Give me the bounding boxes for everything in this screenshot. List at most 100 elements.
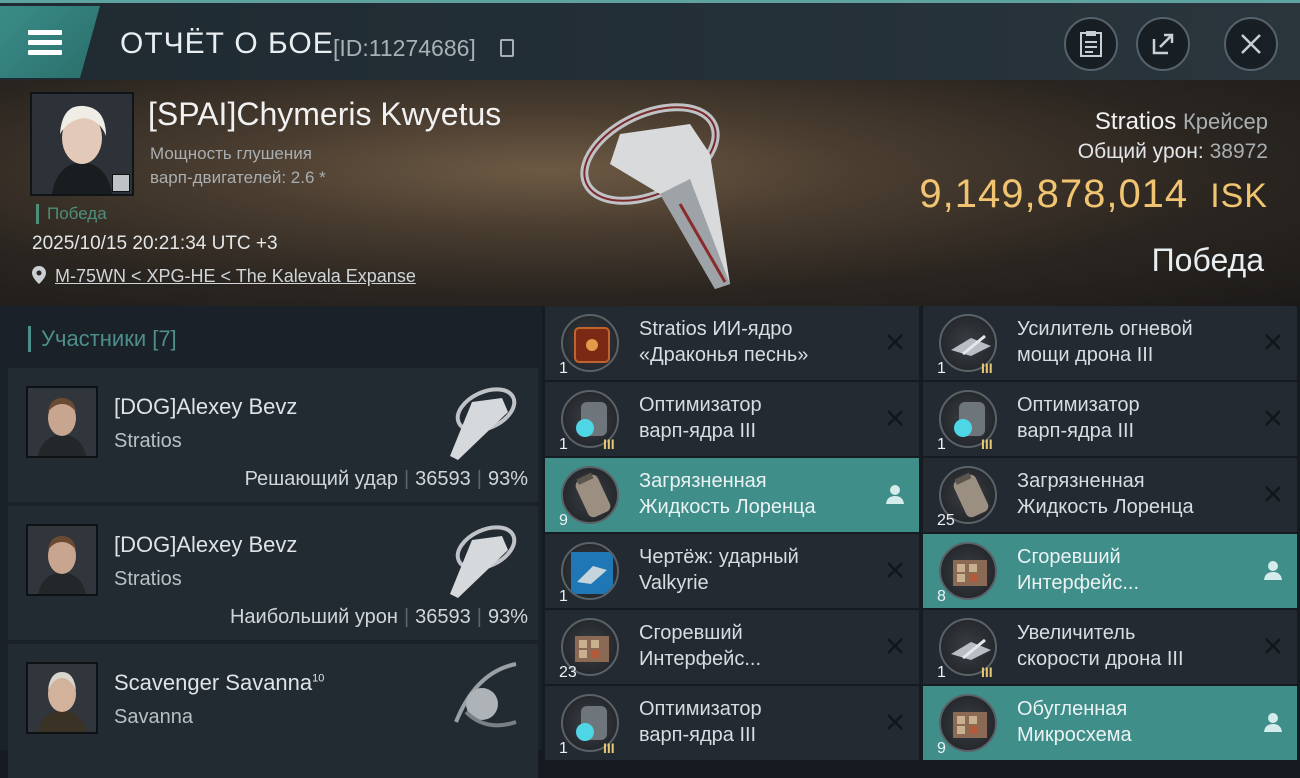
item-name-line1: Оптимизатор	[639, 394, 762, 416]
participant-row[interactable]: [DOG]Alexey Bevz Stratios Решающий удар |…	[8, 368, 538, 502]
canister-icon	[561, 466, 619, 524]
item-meta-level: III	[981, 664, 993, 680]
participant-portrait	[26, 386, 98, 458]
item-tile[interactable]: 8 Сгоревший Интерфейс...	[923, 534, 1297, 608]
item-tile[interactable]: 23 Сгоревший Интерфейс...	[545, 610, 919, 684]
participant-row[interactable]: [DOG]Alexey Bevz Stratios Наибольший уро…	[8, 506, 538, 640]
participant-stats: Наибольший урон | 36593 | 93%	[229, 606, 528, 628]
dropped-person-icon	[1261, 710, 1285, 734]
item-tile[interactable]: 1 III Оптимизатор варп-ядра III	[923, 382, 1297, 456]
victim-portrait[interactable]	[30, 92, 134, 196]
menu-button[interactable]	[0, 6, 100, 78]
item-name-line2: Valkyrie	[639, 572, 709, 594]
participant-role: Наибольший урон	[229, 606, 398, 628]
participant-name: [DOG]Alexey Bevz	[114, 394, 298, 419]
participant-name: [DOG]Alexey Bevz	[114, 532, 298, 557]
item-name-line1: Stratios ИИ-ядро	[639, 318, 793, 340]
circuit-icon	[939, 694, 997, 752]
victim-summary: [SPAI]Chymeris Kwyetus Мощность глушения…	[0, 80, 1300, 306]
participant-percent: 93%	[487, 606, 528, 628]
participant-ship-image	[450, 525, 517, 598]
item-name: Увеличитель скорости дрона III	[1017, 620, 1257, 672]
item-tile[interactable]: 1 Чертёж: ударный Valkyrie	[545, 534, 919, 608]
dropped-items-grid: 1 Stratios ИИ-ядро «Драконья песнь» 1 III Уси…	[545, 306, 1300, 760]
destroyed-x-icon	[883, 710, 907, 734]
total-damage-label: Общий урон:	[1077, 140, 1204, 163]
clipboard-icon	[1080, 31, 1102, 57]
item-tile[interactable]: 1 Stratios ИИ-ядро «Драконья песнь»	[545, 306, 919, 380]
item-name-line2: Микросхема	[1017, 724, 1132, 746]
participant-ship-image	[450, 387, 517, 460]
location-pin-icon	[32, 266, 46, 284]
item-name-line1: Оптимизатор	[1017, 394, 1140, 416]
participant-name-text: Scavenger Savanna	[114, 670, 313, 695]
item-tile[interactable]: 9 Обугленная Микросхема	[923, 686, 1297, 760]
item-name: Оптимизатор варп-ядра III	[1017, 392, 1257, 444]
item-tile[interactable]: 1 III Оптимизатор варп-ядра III	[545, 686, 919, 760]
item-tile[interactable]: 1 III Оптимизатор варп-ядра III	[545, 382, 919, 456]
item-name-line2: варп-ядра III	[639, 420, 757, 442]
total-damage-value: 38972	[1209, 140, 1268, 163]
destroyed-x-icon	[883, 634, 907, 658]
participant-row[interactable]: Scavenger Savanna10 Savanna	[8, 644, 538, 778]
participant-stats: Решающий удар | 36593 | 93%	[244, 468, 528, 490]
item-name-line1: Сгоревший	[1017, 546, 1121, 568]
participant-percent: 93%	[487, 468, 528, 490]
circuit-icon	[939, 542, 997, 600]
item-name-line1: Оптимизатор	[639, 698, 762, 720]
item-name: Stratios ИИ-ядро «Драконья песнь»	[639, 316, 879, 368]
victim-ship-class: Крейсер	[1182, 109, 1268, 134]
participant-damage: 36593	[415, 468, 471, 490]
item-tile[interactable]: 25 Загрязненная Жидкость Лоренца	[923, 458, 1297, 532]
item-tile[interactable]: 9 Загрязненная Жидкость Лоренца	[545, 458, 919, 532]
location-link[interactable]: M-75WN < XPG-HE < The Kalevala Expanse	[55, 266, 416, 287]
participant-ship-image	[454, 662, 517, 728]
share-button[interactable]	[1136, 17, 1190, 71]
item-quantity: 1	[559, 740, 568, 757]
copy-icon[interactable]	[500, 39, 514, 57]
item-name-line2: варп-ядра III	[639, 724, 757, 746]
item-name-line2: Интерфейс...	[1017, 572, 1140, 594]
participant-portrait	[26, 662, 98, 734]
destroyed-x-icon	[883, 558, 907, 582]
item-meta-level: III	[981, 360, 993, 376]
item-name-line2: Жидкость Лоренца	[639, 496, 816, 518]
item-quantity: 23	[559, 664, 577, 681]
item-name-line2: скорости дрона III	[1017, 648, 1184, 670]
item-name-line2: варп-ядра III	[1017, 420, 1135, 442]
participants-panel: Участники [7] [DOG]Alexey Bevz Stratios …	[0, 306, 542, 778]
close-button[interactable]	[1224, 17, 1278, 71]
destroyed-x-icon	[1261, 406, 1285, 430]
item-name-line1: Загрязненная	[639, 470, 767, 492]
item-name-line2: Интерфейс...	[639, 648, 762, 670]
participant-ship: Stratios	[114, 568, 182, 590]
hamburger-icon	[28, 30, 62, 56]
item-quantity: 8	[937, 588, 946, 605]
item-tile[interactable]: 1 III Усилитель огневой мощи дрона III	[923, 306, 1297, 380]
clipboard-button[interactable]	[1064, 17, 1118, 71]
dropped-person-icon	[1261, 558, 1285, 582]
participant-ship: Stratios	[114, 430, 182, 452]
item-name-line1: Сгоревший	[639, 622, 743, 644]
item-meta-level: III	[603, 740, 615, 756]
info-badge-icon	[112, 174, 130, 192]
item-name-line1: Обугленная	[1017, 698, 1128, 720]
kill-datetime: 2025/10/15 20:21:34 UTC +3	[32, 233, 278, 254]
item-meta-level: III	[981, 436, 993, 452]
item-quantity: 1	[937, 360, 946, 377]
destroyed-x-icon	[883, 330, 907, 354]
item-name-line2: мощи дрона III	[1017, 344, 1154, 366]
item-name: Оптимизатор варп-ядра III	[639, 392, 879, 444]
ai-core-icon	[561, 314, 619, 372]
share-icon	[1152, 33, 1174, 55]
isk-value: 9,149,878,014 ISK	[919, 172, 1268, 217]
item-tile[interactable]: 1 III Увеличитель скорости дрона III	[923, 610, 1297, 684]
top-bar: ОТЧЁТ О БОЕ [ID:11274686]	[0, 0, 1300, 80]
destroyed-x-icon	[883, 406, 907, 430]
item-name: Сгоревший Интерфейс...	[639, 620, 879, 672]
item-meta-level: III	[603, 436, 615, 452]
status-badge: Победа	[36, 204, 107, 224]
participant-name-sup: 10	[312, 672, 325, 685]
item-name: Загрязненная Жидкость Лоренца	[1017, 468, 1257, 520]
victim-ship: Stratios Крейсер	[1095, 108, 1268, 136]
